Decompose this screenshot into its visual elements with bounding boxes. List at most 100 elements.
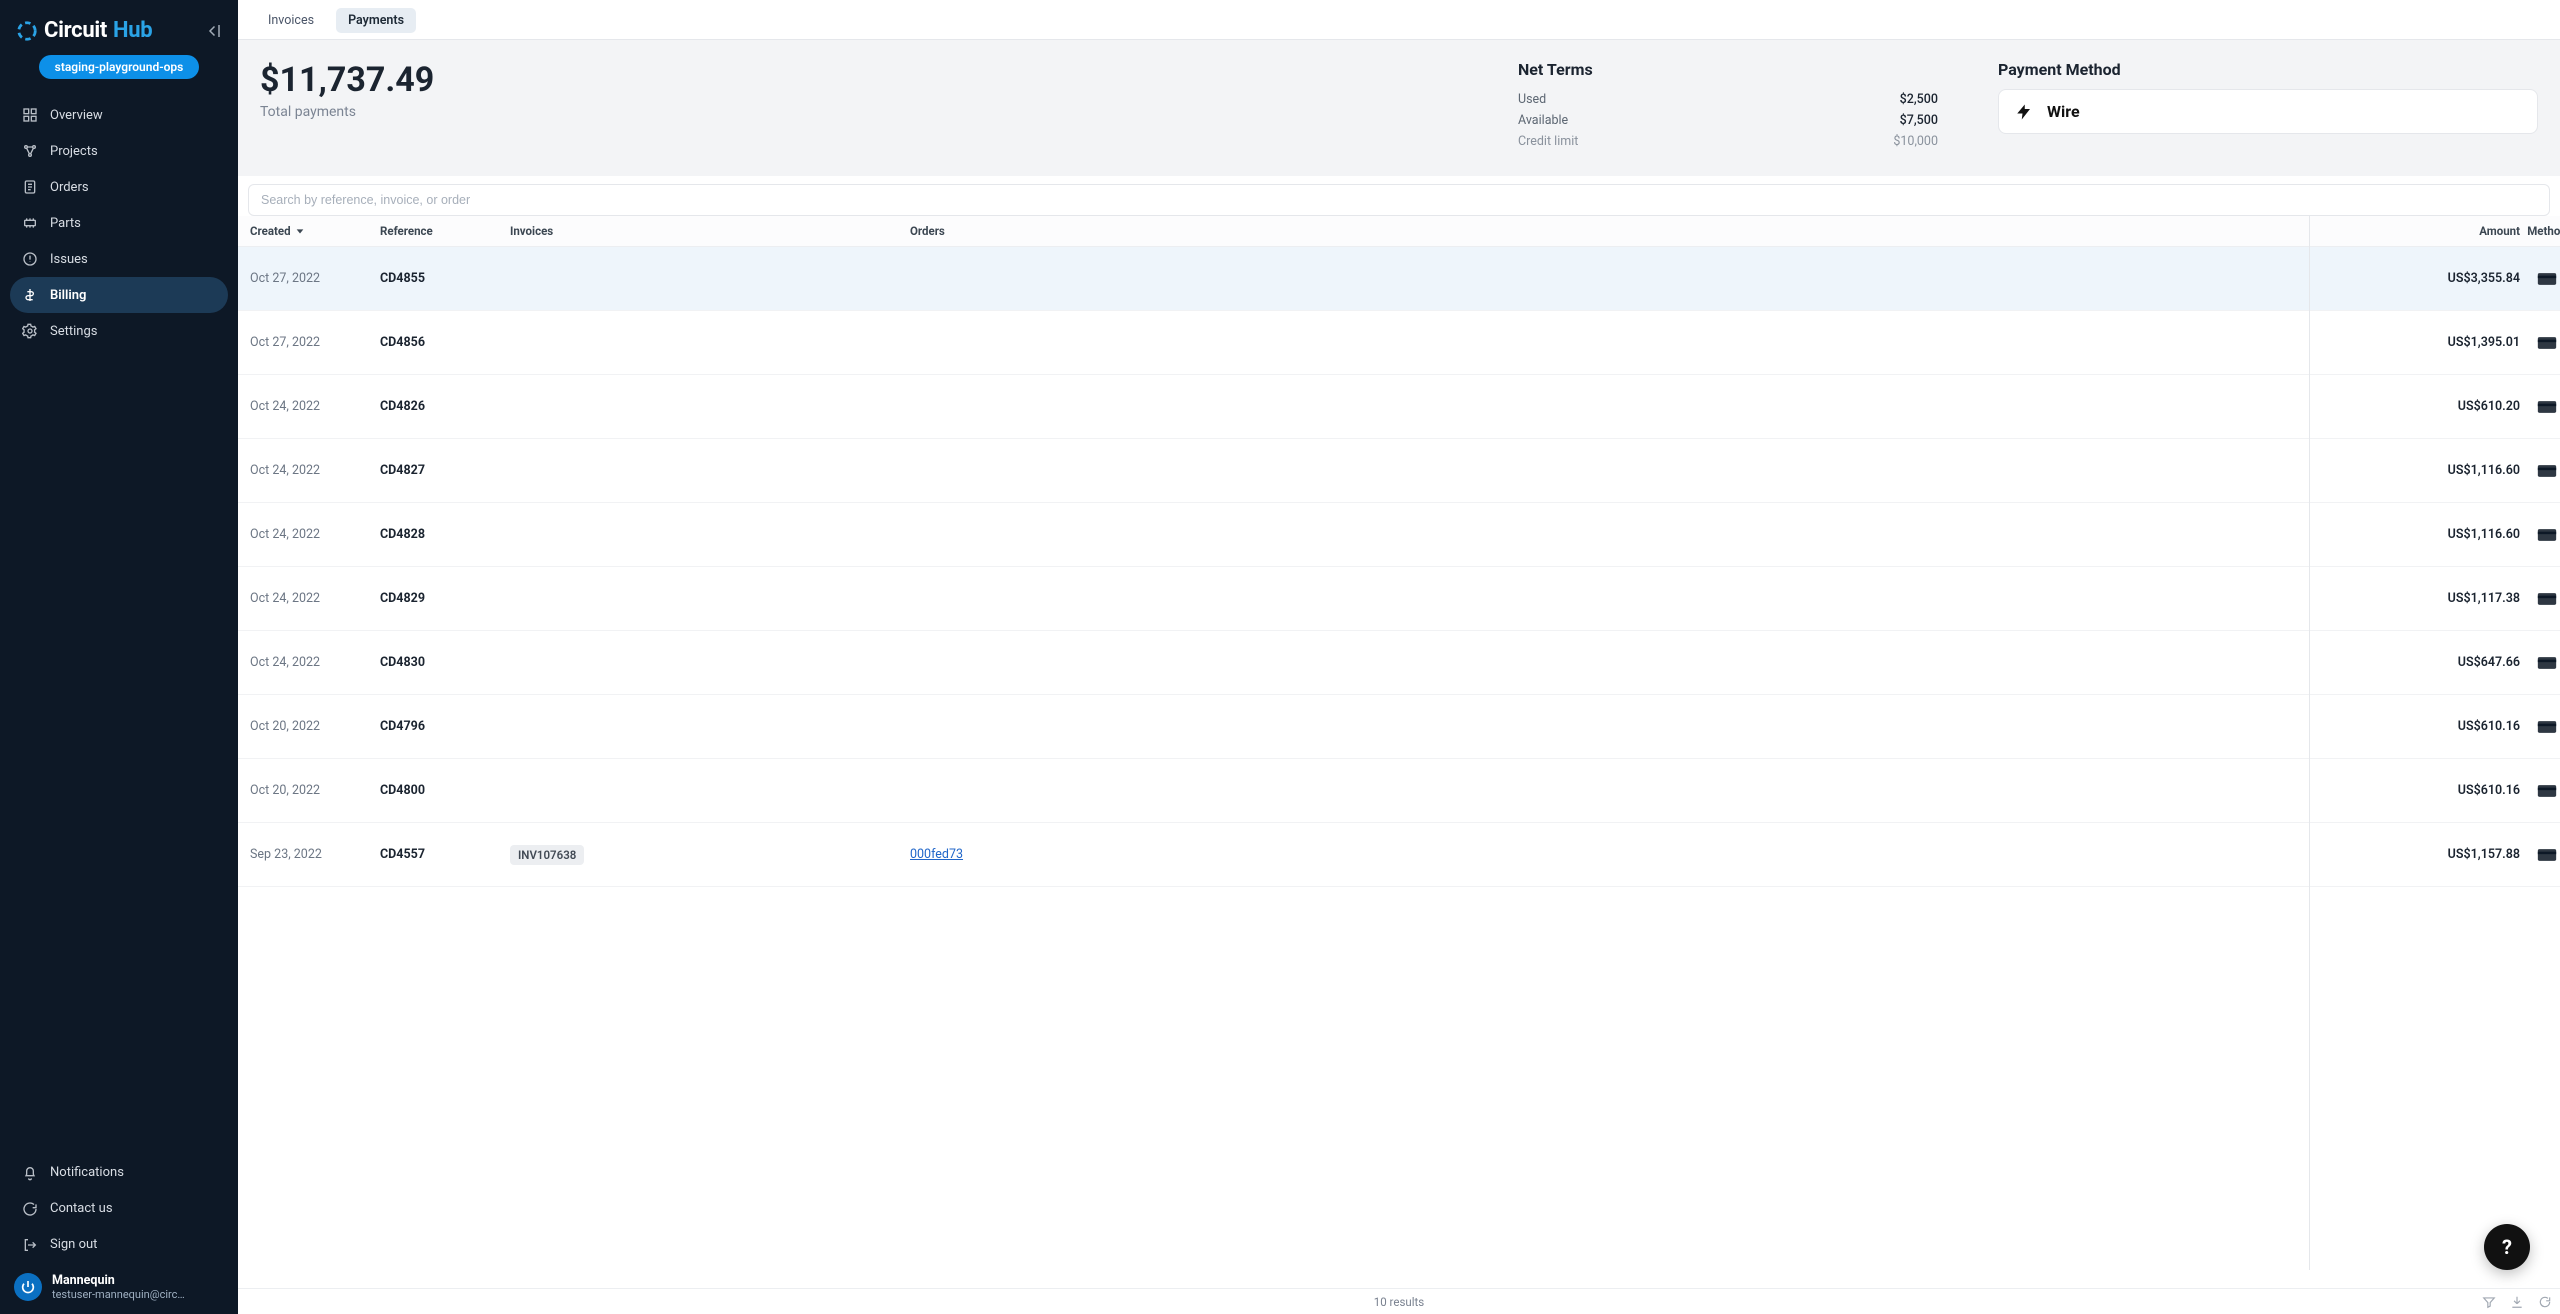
- payment-method-card[interactable]: Wire: [1998, 89, 2538, 134]
- sidebar-item-billing[interactable]: Billing: [10, 277, 228, 313]
- payment-method-value: Wire: [2047, 102, 2080, 121]
- table-footer: 10 results: [238, 1288, 2560, 1314]
- cell-created: Oct 24, 2022: [250, 591, 380, 606]
- sidebar-item-parts[interactable]: Parts: [10, 205, 228, 241]
- sidebar-item-signout[interactable]: Sign out: [10, 1227, 228, 1263]
- col-method[interactable]: Method: [2520, 224, 2560, 238]
- table-row[interactable]: Oct 24, 2022CD4828US$1,116.60: [238, 503, 2560, 567]
- brand-suffix: Hub: [113, 18, 152, 43]
- terms-row: Credit limit$10,000: [1518, 131, 1938, 152]
- table-row[interactable]: Sep 23, 2022CD4557INV107638000fed73US$1,…: [238, 823, 2560, 887]
- billing-icon: [22, 287, 38, 303]
- table-header: Created Reference Invoices Orders Amount…: [238, 216, 2560, 247]
- cell-reference: CD4800: [380, 783, 510, 798]
- col-reference[interactable]: Reference: [380, 224, 510, 238]
- payments-table: Created Reference Invoices Orders Amount…: [238, 216, 2560, 1314]
- cell-reference: CD4826: [380, 399, 510, 414]
- card-icon: [2537, 528, 2557, 542]
- sidebar-item-overview[interactable]: Overview: [10, 97, 228, 133]
- col-amount[interactable]: Amount: [2330, 224, 2520, 238]
- sidebar-item-label: Contact us: [50, 1201, 113, 1216]
- sidebar-item-label: Orders: [50, 180, 89, 195]
- nav-main: Overview Projects Orders Parts Issues Billing…: [10, 97, 228, 349]
- wire-icon: [2015, 103, 2033, 121]
- cell-orders: 000fed73: [910, 847, 2330, 862]
- sidebar-item-issues[interactable]: Issues: [10, 241, 228, 277]
- table-row[interactable]: Oct 24, 2022CD4826 US$610.20: [238, 375, 2560, 439]
- cell-amount: US$3,355.84: [2330, 271, 2520, 286]
- overview-icon: [22, 107, 38, 123]
- sidebar-item-notifications[interactable]: Notifications: [10, 1155, 228, 1191]
- filter-icon[interactable]: [2482, 1295, 2496, 1309]
- sidebar-item-label: Projects: [50, 144, 98, 159]
- tab-payments[interactable]: Payments: [336, 8, 416, 33]
- cell-invoices: INV107638: [510, 845, 910, 865]
- nav-bottom: Notifications Contact us Sign out: [10, 1155, 228, 1263]
- cell-method: [2520, 528, 2560, 542]
- col-created[interactable]: Created: [250, 224, 380, 238]
- cell-created: Oct 24, 2022: [250, 655, 380, 670]
- cell-method: [2520, 400, 2560, 414]
- user-name: Mannequin: [52, 1273, 185, 1289]
- help-fab[interactable]: ?: [2484, 1224, 2530, 1270]
- col-orders[interactable]: Orders: [910, 224, 2330, 238]
- brand-logo[interactable]: CircuitHub: [16, 18, 152, 43]
- cell-created: Sep 23, 2022: [250, 847, 380, 862]
- sidebar-item-settings[interactable]: Settings: [10, 313, 228, 349]
- terms-label: Credit limit: [1518, 134, 1578, 149]
- download-icon[interactable]: [2510, 1295, 2524, 1309]
- cell-method: [2520, 656, 2560, 670]
- cell-reference: CD4829: [380, 591, 510, 606]
- cell-reference: CD4855: [380, 271, 510, 286]
- table-row[interactable]: Oct 24, 2022CD4827US$1,116.60: [238, 439, 2560, 503]
- sidebar-item-label: Parts: [50, 216, 81, 231]
- cell-created: Oct 24, 2022: [250, 527, 380, 542]
- user-block[interactable]: Mannequin testuser-mannequin@circ…: [10, 1263, 228, 1306]
- invoice-chip[interactable]: INV107638: [510, 845, 584, 865]
- total-payments-amount: $11,737.49: [260, 60, 1458, 100]
- table-row[interactable]: Oct 27, 2022CD4855US$3,355.84: [238, 247, 2560, 311]
- sidebar-item-projects[interactable]: Projects: [10, 133, 228, 169]
- power-icon: [14, 1273, 42, 1301]
- cell-method: [2520, 720, 2560, 734]
- tab-invoices[interactable]: Invoices: [256, 8, 326, 33]
- settings-icon: [22, 323, 38, 339]
- orders-icon: [22, 179, 38, 195]
- table-row[interactable]: Oct 20, 2022CD4800US$610.16: [238, 759, 2560, 823]
- terms-label: Used: [1518, 92, 1546, 107]
- sidebar-collapse-icon[interactable]: [204, 22, 222, 40]
- terms-value: $7,500: [1900, 113, 1938, 128]
- total-payments-label: Total payments: [260, 104, 1458, 120]
- cell-amount: US$1,116.60: [2330, 463, 2520, 478]
- card-icon: [2537, 336, 2557, 350]
- cell-method: [2520, 336, 2560, 350]
- net-terms-title: Net Terms: [1518, 60, 1938, 79]
- sidebar-item-label: Sign out: [50, 1237, 97, 1252]
- order-link[interactable]: 000fed73: [910, 847, 963, 862]
- sidebar-item-orders[interactable]: Orders: [10, 169, 228, 205]
- table-row[interactable]: Oct 20, 2022CD4796US$610.16: [238, 695, 2560, 759]
- table-row[interactable]: Oct 24, 2022CD4830US$647.66: [238, 631, 2560, 695]
- cell-reference: CD4827: [380, 463, 510, 478]
- cell-reference: CD4856: [380, 335, 510, 350]
- col-invoices[interactable]: Invoices: [510, 224, 910, 238]
- projects-icon: [22, 143, 38, 159]
- main-content: Invoices Payments $11,737.49 Total paymen…: [238, 0, 2560, 1314]
- table-row[interactable]: Oct 27, 2022CD4856US$1,395.01: [238, 311, 2560, 375]
- signout-icon: [22, 1237, 38, 1253]
- sidebar-item-label: Issues: [50, 252, 88, 267]
- cell-amount: US$610.20: [2330, 399, 2520, 414]
- card-icon: [2537, 720, 2557, 734]
- sidebar: CircuitHub staging-playground-ops Overvi…: [0, 0, 238, 1314]
- environment-badge[interactable]: staging-playground-ops: [39, 55, 200, 79]
- sidebar-item-contact[interactable]: Contact us: [10, 1191, 228, 1227]
- refresh-icon[interactable]: [2538, 1295, 2552, 1309]
- search-input[interactable]: [248, 184, 2550, 216]
- notifications-icon: [22, 1165, 38, 1181]
- table-row[interactable]: Oct 24, 2022CD4829US$1,117.38: [238, 567, 2560, 631]
- parts-icon: [22, 215, 38, 231]
- cell-created: Oct 24, 2022: [250, 399, 380, 414]
- payment-method-title: Payment Method: [1998, 60, 2538, 79]
- cell-method: [2520, 272, 2560, 286]
- sidebar-item-label: Notifications: [50, 1165, 124, 1180]
